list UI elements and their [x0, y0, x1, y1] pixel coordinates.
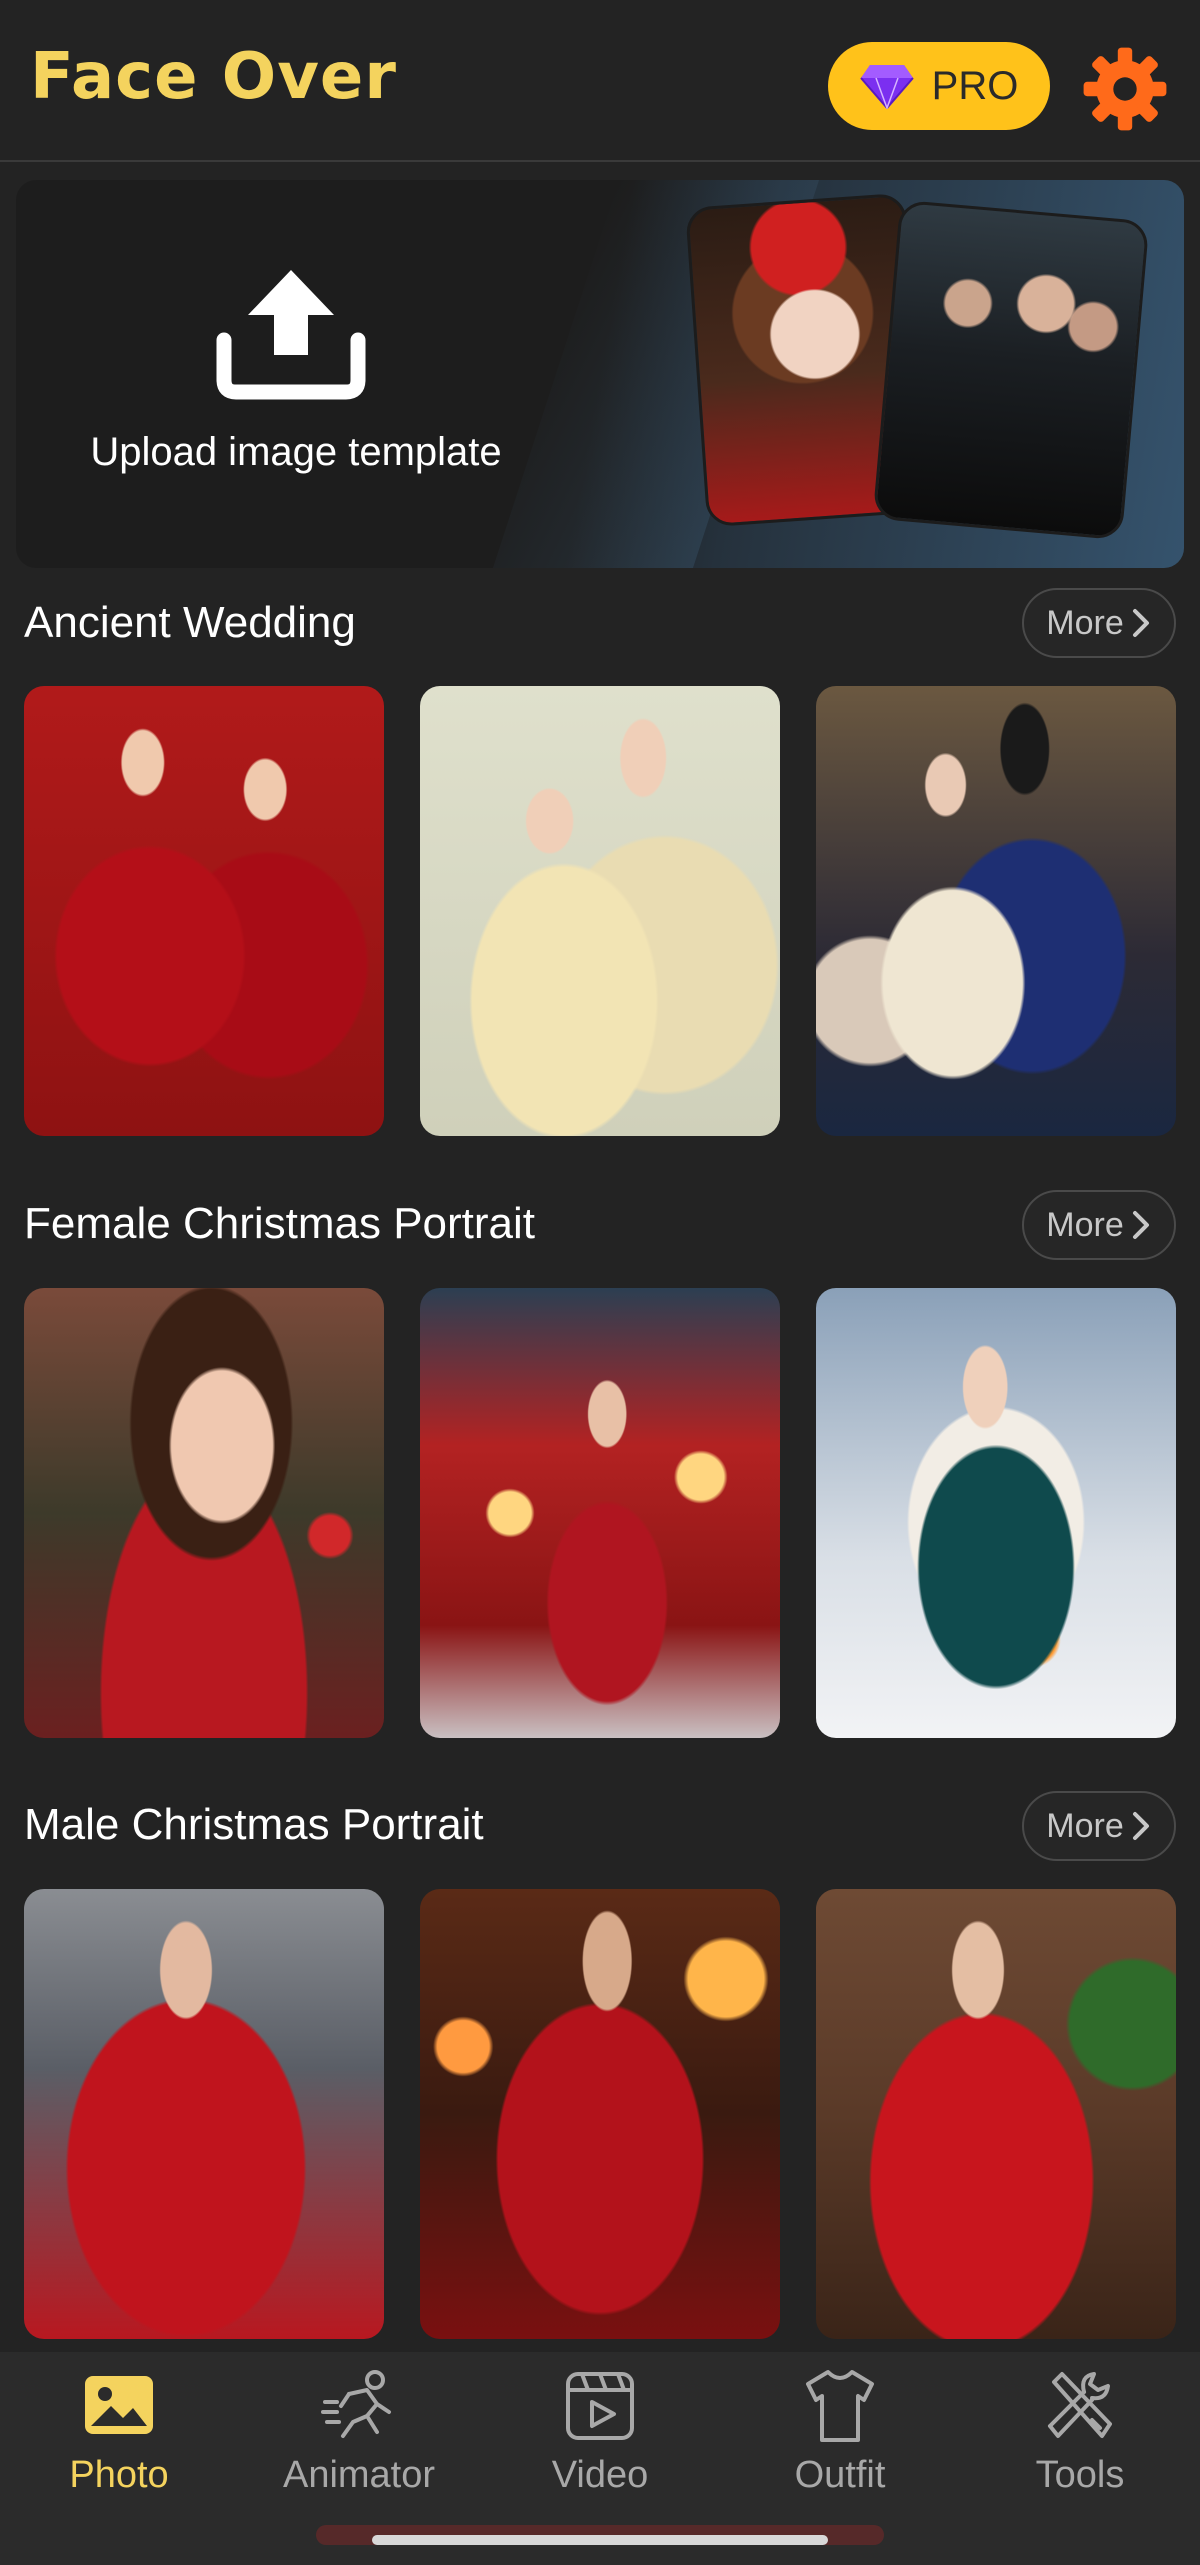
upload-template-banner[interactable]: Upload image template: [16, 180, 1184, 568]
top-bar: Face Over PRO: [0, 0, 1200, 162]
photo-icon: [85, 2376, 153, 2434]
pro-upgrade-button[interactable]: PRO: [828, 42, 1050, 130]
template-card-ancient-wedding-1[interactable]: [24, 686, 384, 1136]
chevron-right-icon: [1132, 609, 1149, 637]
nav-tab-animator[interactable]: Animator: [259, 2366, 459, 2516]
running-figure-icon: [321, 2370, 391, 2438]
more-button-male-christmas[interactable]: More: [1022, 1791, 1176, 1861]
nav-tab-outfit[interactable]: Outfit: [740, 2366, 940, 2516]
nav-tab-tools[interactable]: Tools: [980, 2366, 1180, 2516]
template-card-male-christmas-2[interactable]: [420, 1889, 780, 2339]
more-label: More: [1046, 1205, 1124, 1244]
nav-label-outfit: Outfit: [794, 2454, 886, 2496]
more-label: More: [1046, 603, 1124, 642]
nav-tab-video[interactable]: Video: [500, 2366, 700, 2516]
tools-icon: [1048, 2372, 1112, 2438]
template-card-female-christmas-2[interactable]: [420, 1288, 780, 1738]
section-title-male-christmas: Male Christmas Portrait: [24, 1800, 484, 1849]
template-preview-group: [872, 199, 1150, 541]
upload-icon: [216, 270, 366, 400]
app-title: Face Over: [30, 40, 397, 114]
section-title-female-christmas: Female Christmas Portrait: [24, 1199, 536, 1248]
nav-label-animator: Animator: [282, 2454, 436, 2496]
nav-label-video: Video: [551, 2454, 649, 2496]
diamond-icon: [859, 65, 914, 109]
home-indicator[interactable]: [372, 2535, 828, 2545]
more-button-ancient-wedding[interactable]: More: [1022, 588, 1176, 658]
template-card-female-christmas-3[interactable]: [816, 1288, 1176, 1738]
nav-label-tools: Tools: [1035, 2454, 1125, 2496]
app-screen: Face Over PRO Upload image template Anci…: [0, 0, 1200, 2565]
template-card-male-christmas-1[interactable]: [24, 1889, 384, 2339]
tshirt-icon: [806, 2370, 874, 2442]
chevron-right-icon: [1132, 1812, 1149, 1840]
more-button-female-christmas[interactable]: More: [1022, 1190, 1176, 1260]
template-card-male-christmas-3[interactable]: [816, 1889, 1176, 2339]
gear-icon[interactable]: [1080, 44, 1170, 134]
section-title-ancient-wedding: Ancient Wedding: [24, 598, 356, 647]
pro-label: PRO: [931, 63, 1019, 108]
nav-tab-photo[interactable]: Photo: [19, 2366, 219, 2516]
chevron-right-icon: [1132, 1211, 1149, 1239]
template-card-female-christmas-1[interactable]: [24, 1288, 384, 1738]
more-label: More: [1046, 1806, 1124, 1845]
upload-template-label: Upload image template: [90, 430, 502, 474]
template-card-ancient-wedding-3[interactable]: [816, 686, 1176, 1136]
template-card-ancient-wedding-2[interactable]: [420, 686, 780, 1136]
nav-label-photo: Photo: [69, 2454, 169, 2496]
video-play-icon: [566, 2372, 634, 2440]
